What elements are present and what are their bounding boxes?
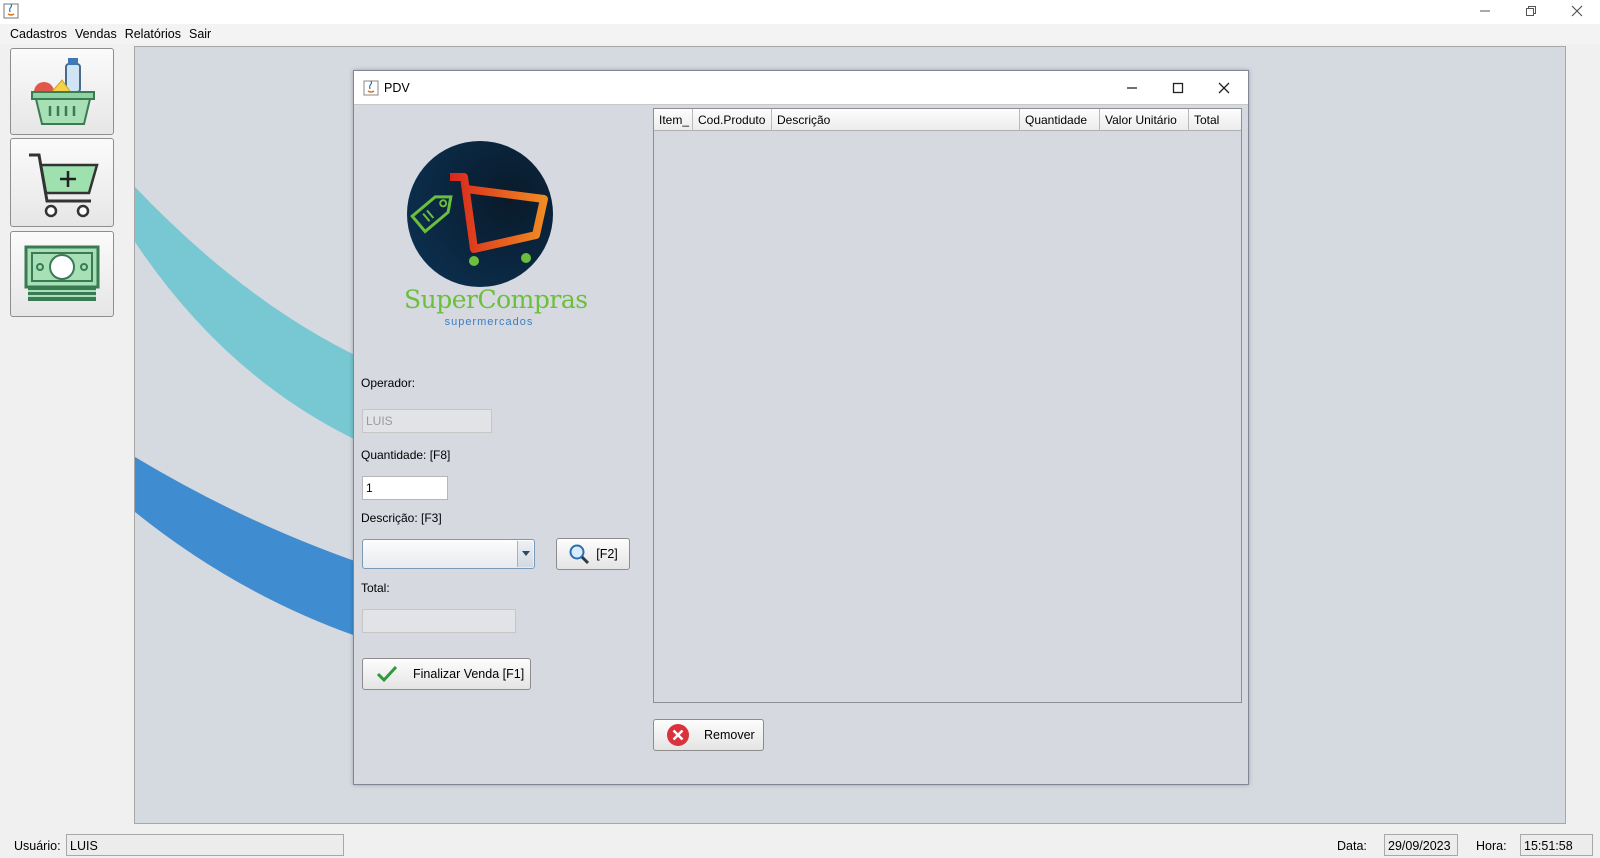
minimize-icon: [1127, 87, 1137, 89]
remove-icon: [667, 724, 689, 746]
statusbar: Usuário: LUIS Data: 29/09/2023 Hora: 15:…: [0, 832, 1600, 858]
add-to-cart-icon: [29, 153, 99, 217]
java-app-icon: [3, 3, 19, 19]
remover-button[interactable]: Remover: [653, 719, 764, 751]
grocery-basket-icon: [31, 57, 95, 125]
money-icon: [24, 245, 100, 301]
col-valor-unitario[interactable]: Valor Unitário: [1100, 109, 1189, 131]
table-header: Item_ Cod.Produto Descrição Quantidade V…: [654, 109, 1241, 131]
pdv-window: PDV SuperCompras supermercados Operador:…: [353, 70, 1249, 785]
combobox-arrow[interactable]: [517, 541, 533, 567]
search-icon: [569, 544, 590, 565]
usuario-field: LUIS: [66, 834, 344, 856]
java-icon: [363, 80, 379, 96]
logo-text: SuperCompras: [404, 285, 588, 314]
left-toolbar: [0, 44, 132, 810]
remover-label: Remover: [704, 728, 755, 742]
pdv-title: PDV: [384, 81, 410, 95]
total-field: [362, 609, 516, 633]
col-quantidade[interactable]: Quantidade: [1020, 109, 1100, 131]
shopping-cart-tag-icon: [407, 141, 553, 287]
operador-label: Operador:: [361, 376, 416, 390]
checkmark-icon: [377, 665, 397, 683]
new-sale-button[interactable]: [10, 138, 114, 227]
hora-field: 15:51:58: [1520, 834, 1593, 856]
col-total[interactable]: Total: [1189, 109, 1241, 131]
products-button[interactable]: [10, 48, 114, 135]
finalizar-venda-label: Finalizar Venda [F1]: [413, 667, 525, 681]
app-titlebar: [0, 0, 1600, 24]
col-cod-produto[interactable]: Cod.Produto: [693, 109, 772, 131]
col-descricao[interactable]: Descrição: [772, 109, 1020, 131]
finalizar-venda-button[interactable]: Finalizar Venda [F1]: [362, 658, 531, 690]
operador-field: LUIS: [362, 409, 492, 433]
pdv-maximize-button[interactable]: [1157, 75, 1199, 101]
search-product-button[interactable]: [F2]: [556, 538, 630, 570]
minimize-button[interactable]: [1462, 0, 1508, 22]
col-item[interactable]: Item_: [654, 109, 693, 131]
logo-subtext: supermercados: [444, 316, 534, 328]
restore-icon: [1526, 6, 1536, 16]
maximize-icon: [1172, 82, 1184, 94]
chevron-down-icon: [521, 551, 530, 556]
data-field: 29/09/2023: [1384, 834, 1458, 856]
pdv-close-button[interactable]: [1203, 75, 1245, 101]
descricao-combobox[interactable]: [362, 539, 535, 569]
data-label: Data:: [1337, 839, 1367, 853]
items-table[interactable]: Item_ Cod.Produto Descrição Quantidade V…: [653, 108, 1242, 703]
total-label: Total:: [361, 581, 390, 595]
usuario-label: Usuário:: [14, 839, 61, 853]
minimize-icon: [1480, 10, 1490, 12]
supercompras-logo: SuperCompras supermercados: [404, 141, 588, 331]
menu-relatorios[interactable]: Relatórios: [121, 27, 185, 41]
close-icon: [1571, 5, 1583, 17]
close-button[interactable]: [1554, 0, 1600, 22]
menu-cadastros[interactable]: Cadastros: [6, 27, 71, 41]
search-button-label: [F2]: [596, 547, 618, 561]
menu-sair[interactable]: Sair: [185, 27, 215, 41]
hora-label: Hora:: [1476, 839, 1507, 853]
quantidade-input[interactable]: 1: [362, 476, 448, 500]
pdv-minimize-button[interactable]: [1111, 75, 1153, 101]
quantidade-label: Quantidade: [F8]: [361, 448, 451, 462]
restore-button[interactable]: [1508, 0, 1554, 22]
close-icon: [1218, 82, 1230, 94]
descricao-label: Descrição: [F3]: [361, 511, 442, 525]
cash-button[interactable]: [10, 231, 114, 317]
menu-vendas[interactable]: Vendas: [71, 27, 121, 41]
pdv-titlebar[interactable]: PDV: [354, 71, 1248, 105]
menubar: Cadastros Vendas Relatórios Sair: [0, 24, 1600, 44]
